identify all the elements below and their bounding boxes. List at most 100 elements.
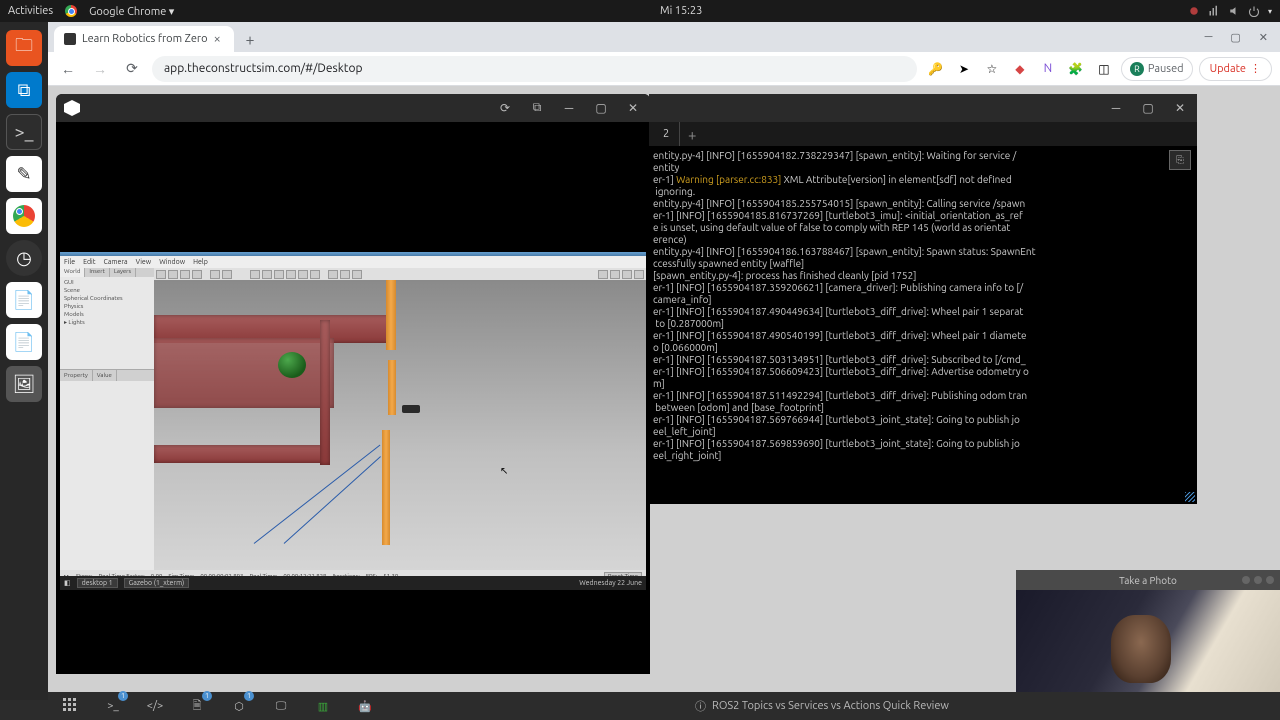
bookmark-icon[interactable]: ☆ [981,58,1003,80]
terminal-tab[interactable]: 2 [653,122,680,146]
tool-copy-icon[interactable] [328,270,338,279]
avatar-icon: R [1130,62,1144,76]
profile-paused[interactable]: R Paused [1121,57,1193,81]
activities-button[interactable]: Activities [8,5,53,17]
obstacle-sphere [278,352,306,378]
dock-text-editor[interactable]: ✎ [6,156,42,192]
clock[interactable]: Mi 15:23 [174,5,1188,17]
gazebo-close-icon[interactable]: ✕ [624,101,642,115]
menu-camera[interactable]: Camera [104,258,128,266]
dock-files[interactable]: 🗀 [6,30,42,66]
chrome-max-icon[interactable]: ▢ [1230,31,1240,44]
dock-libreoffice-impress[interactable]: 📄 [6,324,42,360]
status-area[interactable]: ▾ [1188,5,1272,17]
gazebo-min-icon[interactable]: ─ [560,101,578,115]
resize-grip-icon[interactable] [1185,492,1195,502]
webcam-dot-1[interactable] [1242,576,1250,584]
dock-clocks[interactable]: ◷ [6,240,42,276]
sidepanel-icon[interactable]: ◫ [1093,58,1115,80]
tool-redo-icon[interactable] [222,270,232,279]
sim-3d-viewport[interactable]: ↖ [154,280,646,570]
menu-edit[interactable]: Edit [83,258,95,266]
dock-libreoffice-writer[interactable]: 📄 [6,282,42,318]
tool-rotate-icon[interactable] [180,270,190,279]
menu-view[interactable]: View [136,258,152,266]
new-tab-button[interactable]: + [238,28,262,52]
tool-light3-icon[interactable] [310,270,320,279]
menu-file[interactable]: File [64,258,75,266]
tool-translate-icon[interactable] [168,270,178,279]
tool-plot-icon[interactable] [634,270,644,279]
lesson-title[interactable]: ROS2 Topics vs Services vs Actions Quick… [712,700,949,712]
terminal-new-tab[interactable]: + [680,126,704,143]
launcher-notebook[interactable]: ▥ [312,695,334,717]
webcam-feed [1016,590,1280,700]
apps-grid-icon[interactable] [60,695,82,717]
webcam-header[interactable]: Take a Photo [1016,570,1280,590]
forward-button[interactable]: → [88,57,112,81]
page-content: ⟳ ⧉ ─ ▢ ✕ File Edit Camera View Window H… [48,86,1280,720]
launcher-gazebo[interactable]: ⬡ 1 [228,695,250,717]
construct-launcher: >_ 1 </> 🗎 1 ⬡ 1 🖵 ▥ 🤖 ⓘ ROS2 Topics vs … [48,692,1280,720]
menu-window[interactable]: Window [159,258,185,266]
dock-terminal[interactable]: >_ [6,114,42,150]
dock-vscode[interactable]: ⧉ [6,72,42,108]
panel-tab-layers[interactable]: Layers [110,268,136,277]
update-button[interactable]: Update ⋮ [1199,57,1272,81]
back-button[interactable]: ← [56,57,80,81]
active-app-menu[interactable]: Google Chrome ▾ [89,5,174,18]
taskbar-gazebo[interactable]: Gazebo (1_xterm) [124,578,190,588]
term-max-icon[interactable]: ▢ [1139,101,1157,115]
send-icon[interactable]: ➤ [953,58,975,80]
tab-close-icon[interactable]: × [214,32,221,46]
taskbar-desktop[interactable]: desktop 1 [77,578,118,588]
webcam-dot-3[interactable] [1266,576,1274,584]
taskbar-menu-icon[interactable]: ◧ [64,579,71,587]
term-min-icon[interactable]: ─ [1107,101,1125,115]
tool-undo-icon[interactable] [210,270,220,279]
term-close-icon[interactable]: ✕ [1171,101,1189,115]
terminal-output[interactable]: entity.py-4] [INFO] [1655904182.73822934… [649,146,1197,504]
scene-tree[interactable]: GUI Scene Spherical Coordinates Physics … [60,277,154,329]
panel-tab-insert[interactable]: Insert [85,268,110,277]
gazebo-popout-icon[interactable]: ⧉ [528,101,546,115]
gazebo-titlebar[interactable]: ⟳ ⧉ ─ ▢ ✕ [56,94,650,122]
chrome-min-icon[interactable]: ─ [1205,31,1213,43]
tool-paste-icon[interactable] [340,270,350,279]
webcam-dot-2[interactable] [1254,576,1262,584]
key-icon[interactable]: 🔑 [925,58,947,80]
launcher-code[interactable]: </> [144,695,166,717]
menu-help[interactable]: Help [193,258,208,266]
tool-snap-icon[interactable] [352,270,362,279]
tool-scale-icon[interactable] [192,270,202,279]
ext-icon-2[interactable]: N [1037,58,1059,80]
reload-button[interactable]: ⟳ [120,57,144,81]
badge: 1 [202,691,212,701]
tool-select-icon[interactable] [156,270,166,279]
tool-light1-icon[interactable] [286,270,296,279]
launcher-ide[interactable]: 🗎 1 [186,695,208,717]
tool-view1-icon[interactable] [598,270,608,279]
favicon [64,33,76,45]
tool-record-icon[interactable] [622,270,632,279]
dock-screenshot[interactable]: 🖼 [6,366,42,402]
tool-box-icon[interactable] [250,270,260,279]
address-bar[interactable]: app.theconstructsim.com/#/Desktop [152,56,917,82]
terminal-copy-icon[interactable]: ⎘ [1169,150,1191,170]
launcher-desktop[interactable]: 🖵 [270,695,292,717]
dock-chrome[interactable] [6,198,42,234]
launcher-robot[interactable]: 🤖 [354,695,376,717]
tool-cyl-icon[interactable] [274,270,284,279]
tool-view2-icon[interactable] [610,270,620,279]
panel-tab-world[interactable]: World [60,268,85,277]
browser-tab[interactable]: Learn Robotics from Zero × [54,26,234,52]
tool-light2-icon[interactable] [298,270,308,279]
chrome-close-icon[interactable]: ✕ [1259,31,1268,44]
gazebo-reload-icon[interactable]: ⟳ [496,101,514,115]
launcher-terminal[interactable]: >_ 1 [102,695,124,717]
tool-sphere-icon[interactable] [262,270,272,279]
ext-icon-1[interactable]: ◆ [1009,58,1031,80]
extensions-icon[interactable]: 🧩 [1065,58,1087,80]
gazebo-max-icon[interactable]: ▢ [592,101,610,115]
terminal-titlebar[interactable]: ─ ▢ ✕ [649,94,1197,122]
